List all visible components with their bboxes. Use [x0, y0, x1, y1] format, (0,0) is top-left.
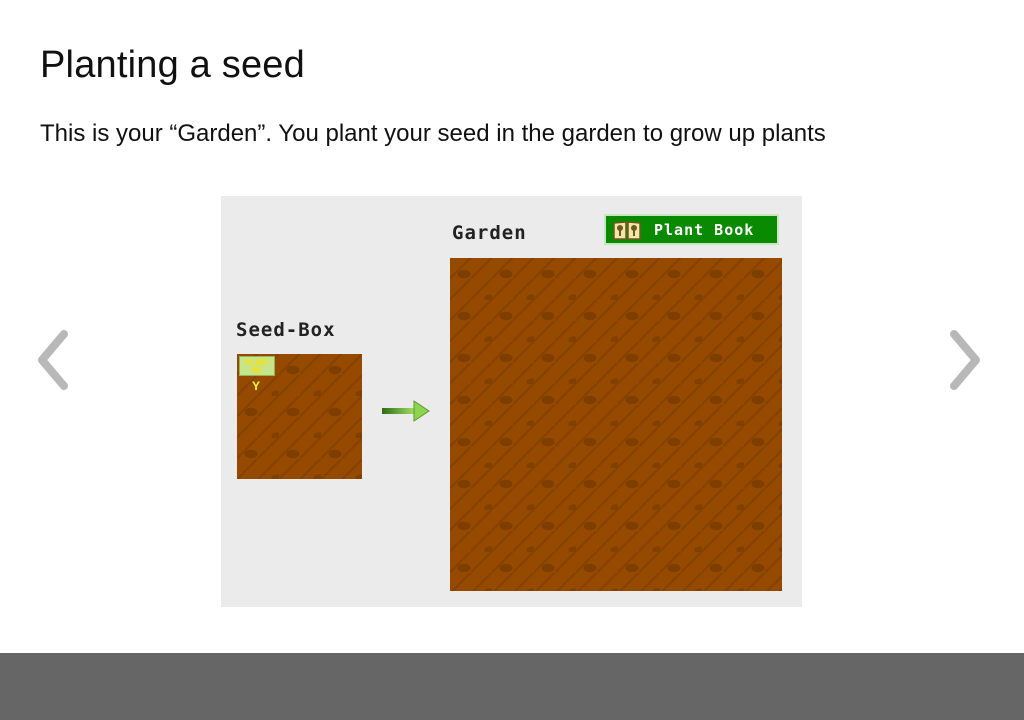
- carousel-prev-button[interactable]: [32, 328, 72, 392]
- chevron-left-icon: [38, 330, 68, 390]
- book-icon: [613, 220, 641, 240]
- footer-bar: [0, 653, 1024, 720]
- garden-label: Garden: [452, 222, 527, 244]
- garden-plot[interactable]: [450, 258, 782, 591]
- slide-image: Garden Plant Book Seed-Box PLANT ME Y: [221, 196, 802, 607]
- seed-packet[interactable]: PLANT ME: [239, 356, 275, 376]
- arrow-right-icon: [382, 400, 430, 422]
- seedbox-plot[interactable]: PLANT ME Y: [237, 354, 362, 479]
- page-title: Planting a seed: [40, 44, 305, 86]
- seedbox-label: Seed-Box: [236, 319, 336, 341]
- sprout-icon: Y: [252, 379, 261, 393]
- chevron-right-icon: [950, 330, 980, 390]
- plant-book-label: Plant Book: [654, 220, 755, 239]
- plant-book-button[interactable]: Plant Book: [604, 214, 779, 245]
- page-subtitle: This is your “Garden”. You plant your se…: [40, 120, 826, 147]
- carousel-next-button[interactable]: [946, 328, 986, 392]
